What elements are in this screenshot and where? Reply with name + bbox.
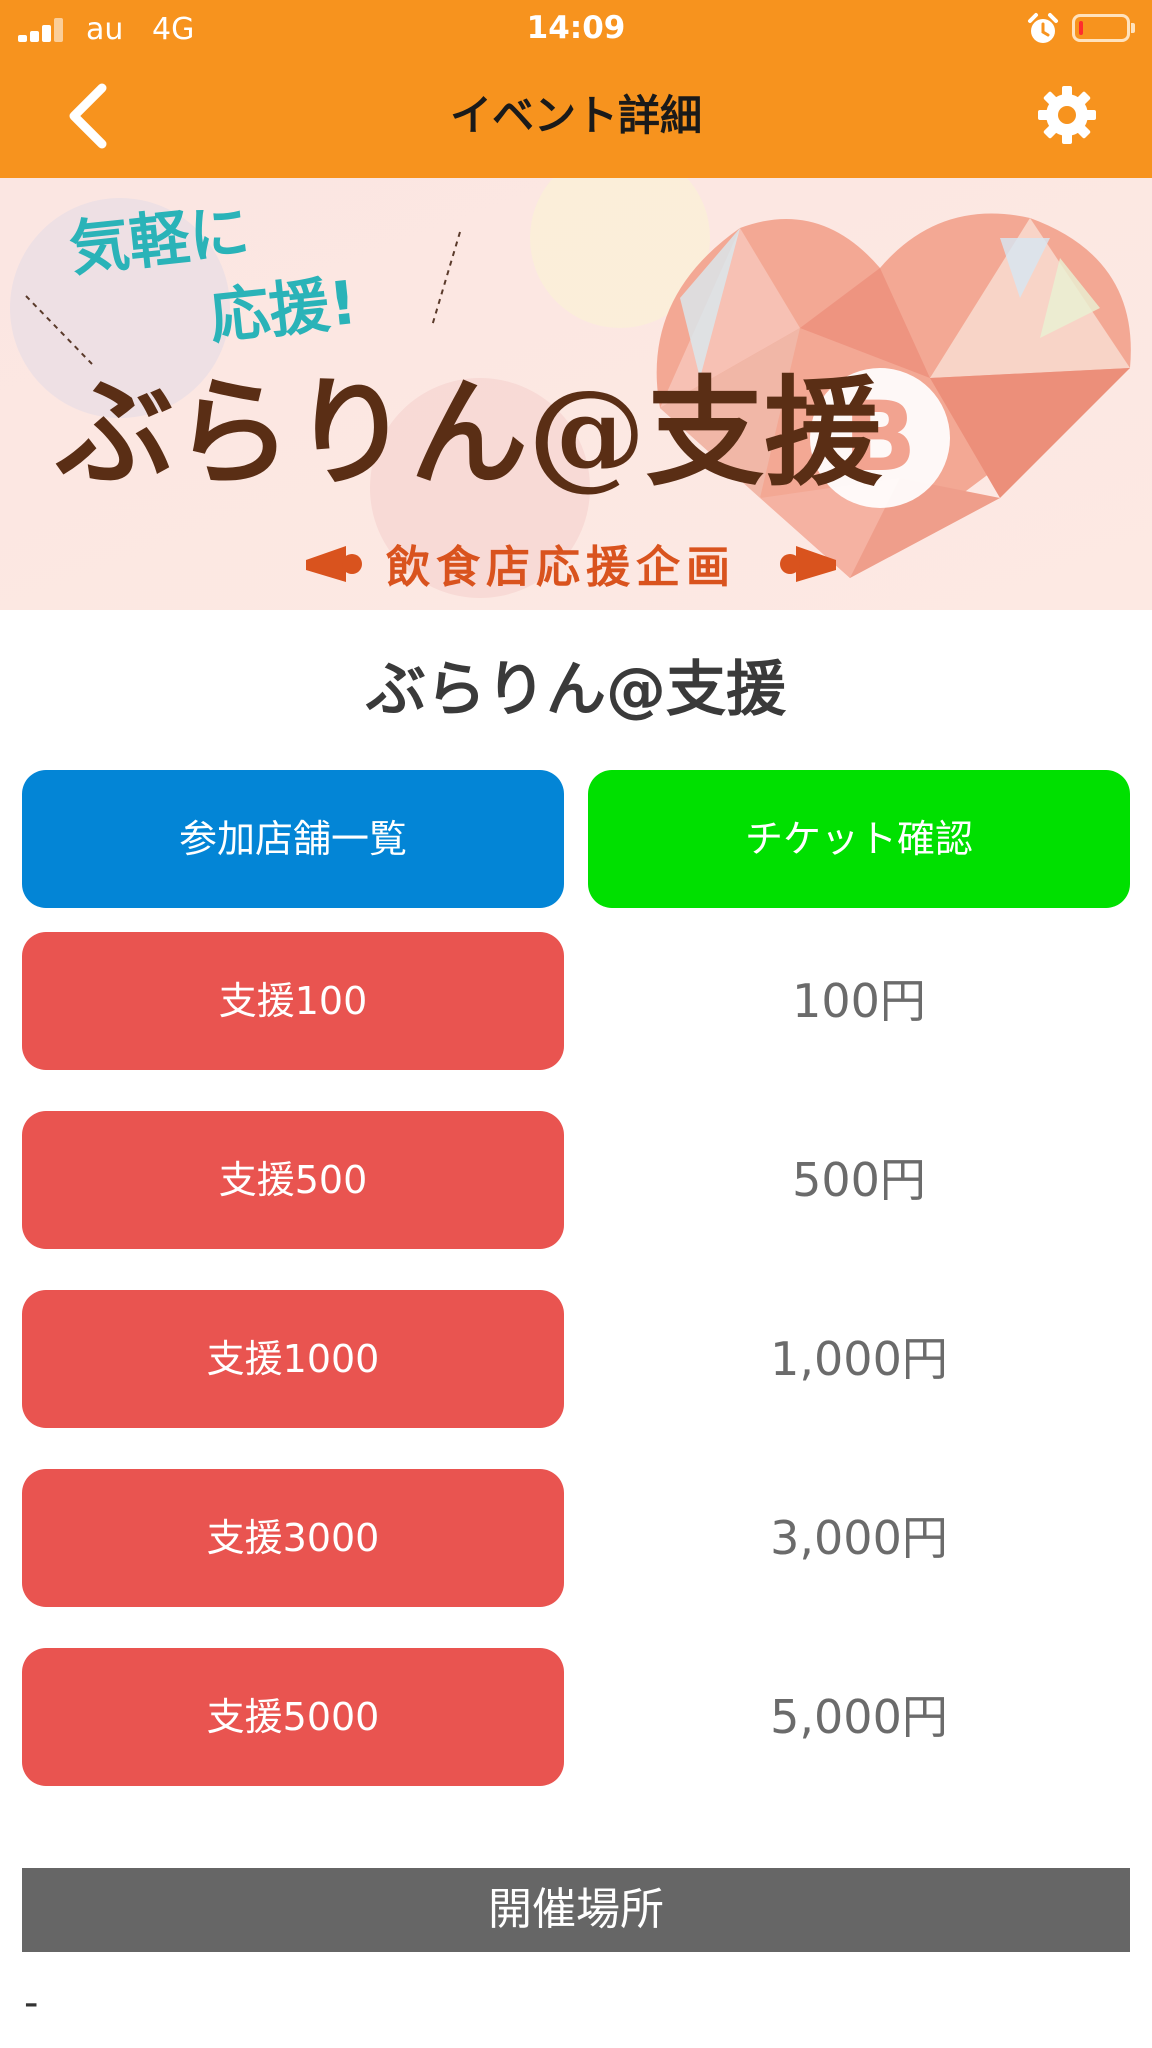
support-5000-button[interactable]: 支援5000 xyxy=(22,1648,564,1786)
banner-subtitle: 飲食店応援企画 xyxy=(386,542,736,593)
support-1000-price: 1,000円 xyxy=(770,1332,948,1386)
ticket-check-button[interactable]: チケット確認 xyxy=(588,770,1130,908)
location-header: 開催場所 xyxy=(22,1868,1130,1952)
event-title: ぶらりん@支援 xyxy=(366,655,786,725)
support-500-price: 500円 xyxy=(792,1153,926,1207)
page-title: イベント詳細 xyxy=(449,91,702,140)
banner-title: ぶらりん@支援 xyxy=(55,363,883,502)
support-100-price: 100円 xyxy=(792,974,926,1028)
alarm-icon xyxy=(1028,13,1058,43)
support-3000-button[interactable]: 支援3000 xyxy=(22,1469,564,1607)
location-value: - xyxy=(24,1980,39,2026)
support-100-button[interactable]: 支援100 xyxy=(22,932,564,1070)
support-500-button[interactable]: 支援500 xyxy=(22,1111,564,1249)
support-3000-price: 3,000円 xyxy=(770,1511,948,1565)
store-list-button[interactable]: 参加店舗一覧 xyxy=(22,770,564,908)
battery-icon xyxy=(1072,14,1135,42)
support-5000-price: 5,000円 xyxy=(770,1690,948,1744)
event-detail-screen: au 4G 14:09 イベント詳細 B 気軽に 応援! ぶらりん@支援 飲食店… xyxy=(0,0,1152,2048)
status-bar: au 4G 14:09 xyxy=(0,0,1152,58)
gear-icon[interactable] xyxy=(1036,84,1098,146)
status-time: 14:09 xyxy=(526,10,626,46)
top-bar: au 4G 14:09 イベント詳細 xyxy=(0,0,1152,178)
event-banner: B 気軽に 応援! ぶらりん@支援 飲食店応援企画 xyxy=(0,178,1152,610)
support-1000-button[interactable]: 支援1000 xyxy=(22,1290,564,1428)
